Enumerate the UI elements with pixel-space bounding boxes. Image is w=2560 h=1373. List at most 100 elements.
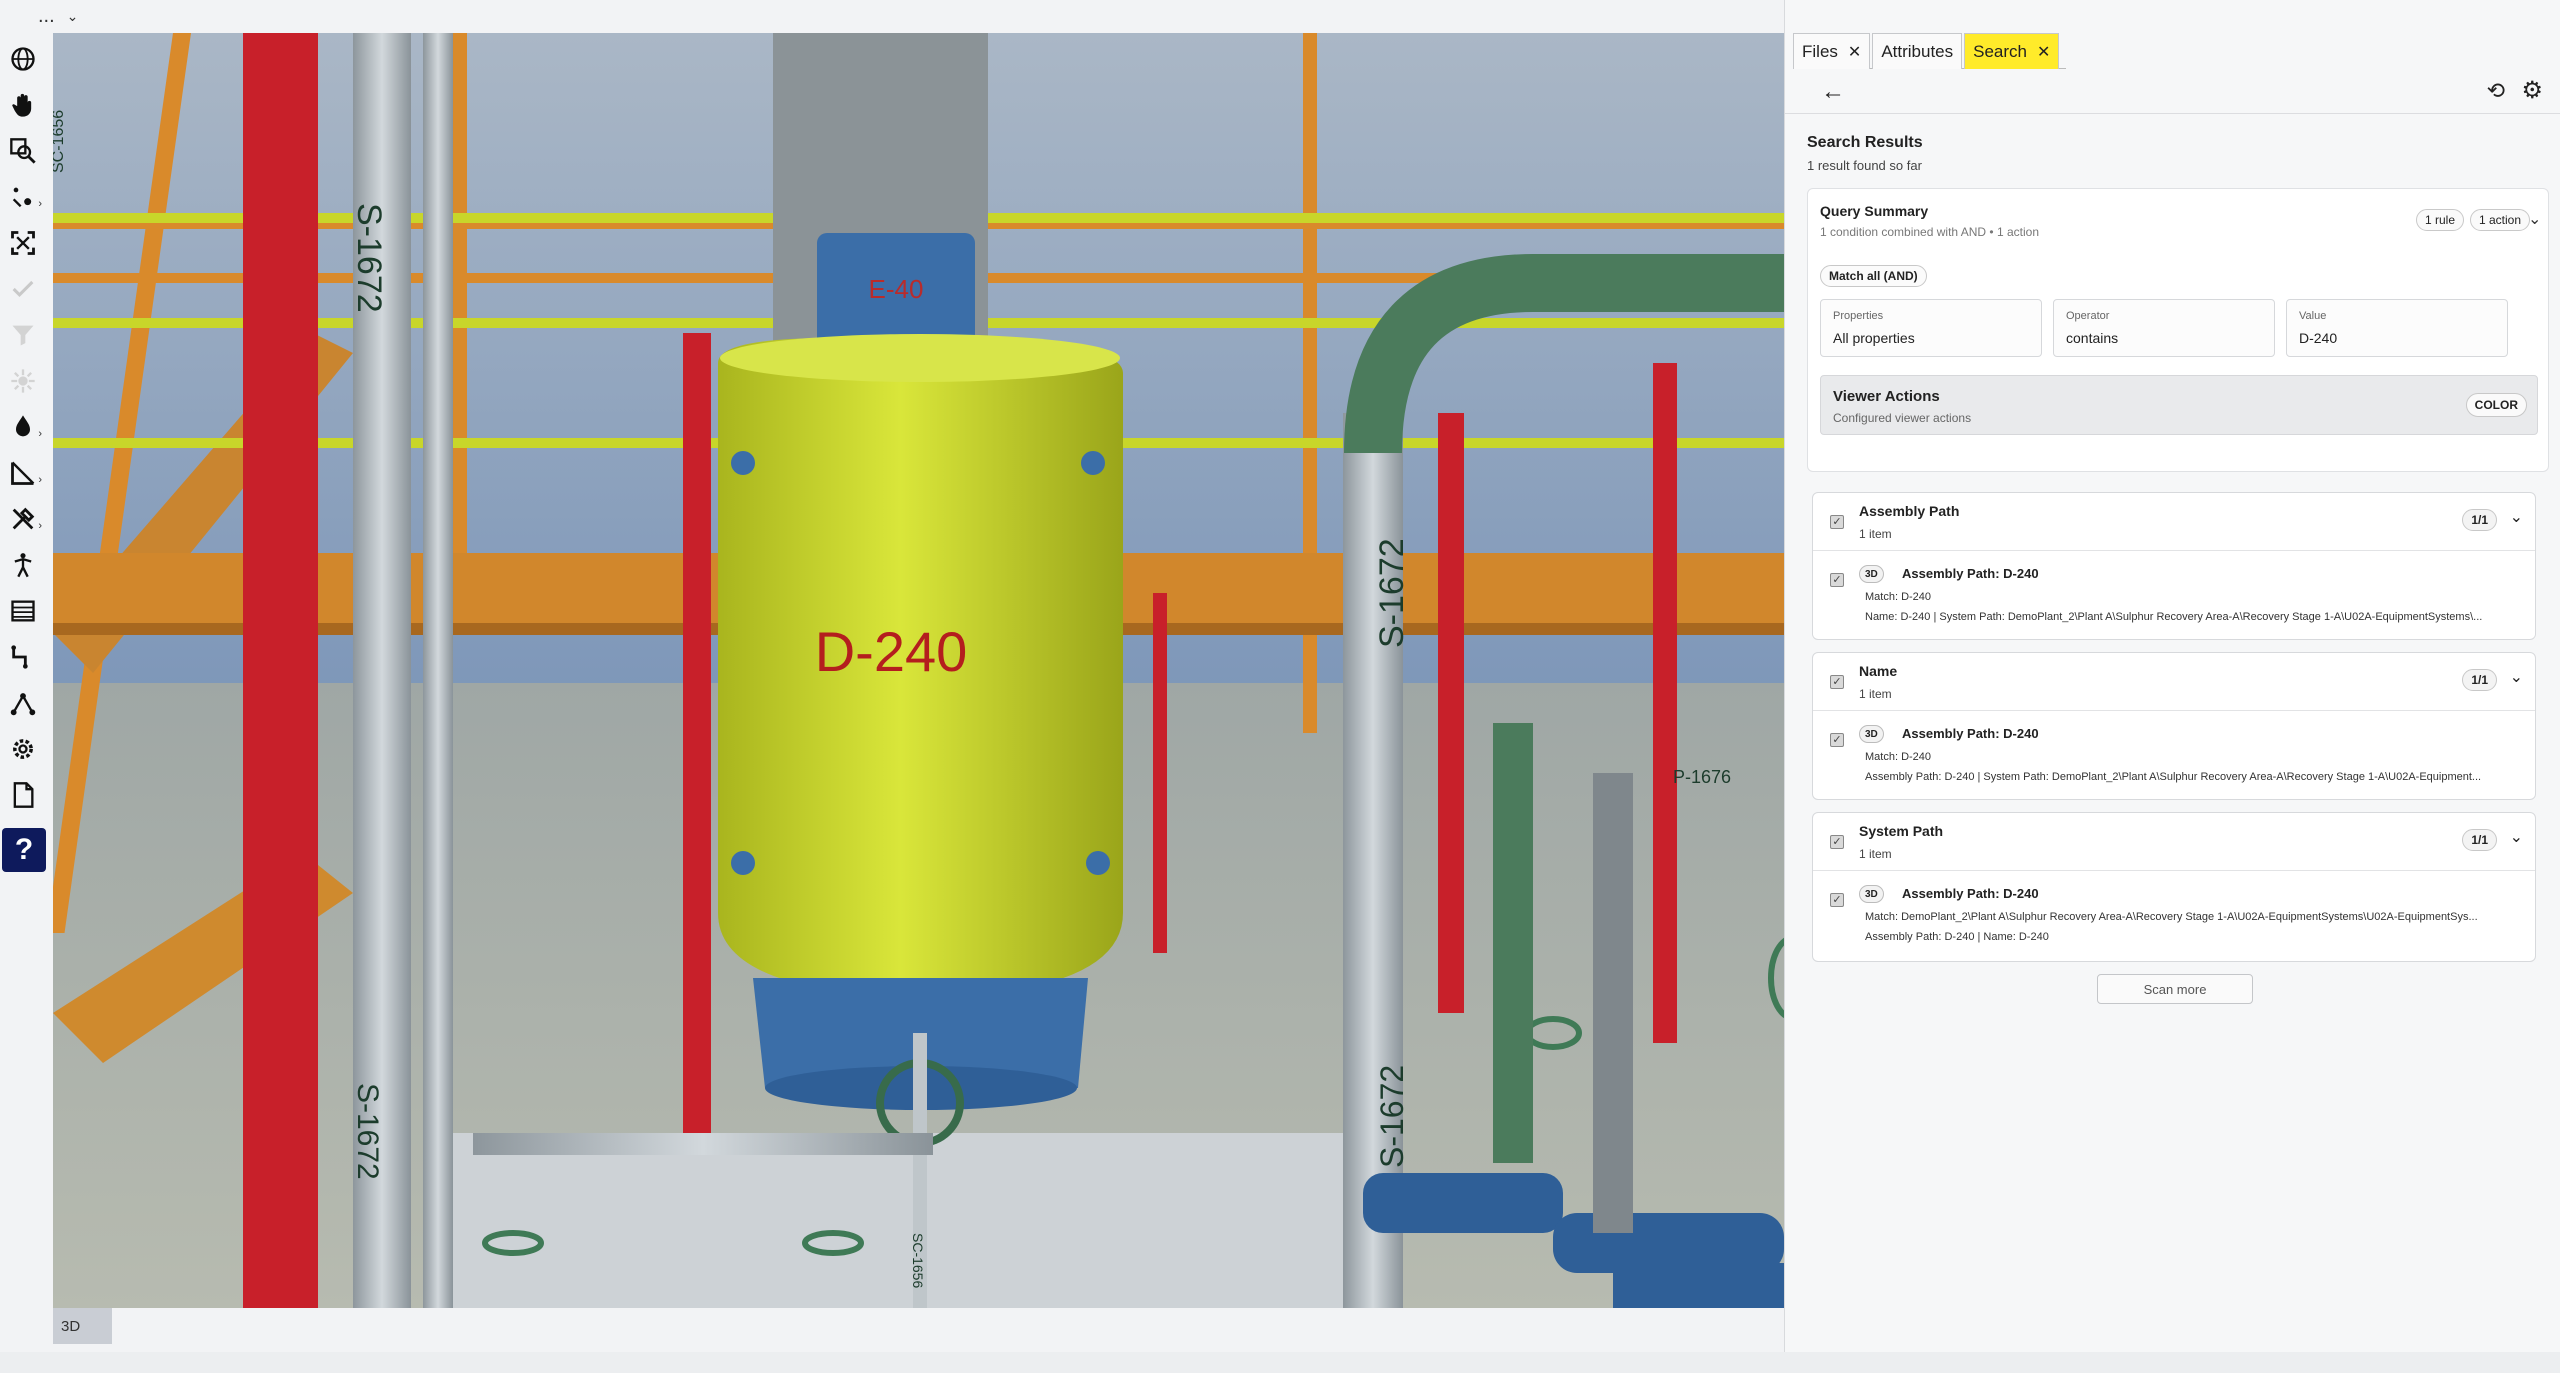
item-checkbox[interactable]: ✓	[1830, 573, 1844, 587]
value-field[interactable]: Value D-240	[2286, 299, 2508, 357]
item-detail-line: Name: D-240 | System Path: DemoPlant_2\P…	[1865, 611, 2483, 623]
operator-label: Operator	[2066, 310, 2110, 322]
search-results-count: 1 result found so far	[1807, 158, 1922, 173]
action-count-pill: 1 action	[2470, 209, 2531, 231]
group-badge: 1/1	[2462, 509, 2497, 531]
result-group-assembly-path: ✓ Assembly Path 1 item 1/1 ⌄ ✓ 3D Assemb…	[1812, 492, 2536, 640]
chevron-down-icon[interactable]: ⌄	[2510, 667, 2523, 687]
history-icon[interactable]: ⟲	[2487, 78, 2505, 104]
group-checkbox[interactable]: ✓	[1830, 675, 1844, 689]
walk-icon[interactable]	[0, 544, 46, 586]
route-icon[interactable]	[0, 636, 46, 678]
group-count: 1 item	[1859, 847, 1892, 861]
chevron-down-icon[interactable]: ⌄	[2510, 827, 2523, 847]
item-detail-line: Assembly Path: D-240 | Name: D-240	[1865, 931, 2049, 943]
plant-scene: E-40 D-240 S-1672 S-1672 S-1672 S-1672 S…	[53, 33, 1784, 1308]
tab-files[interactable]: Files ✕	[1793, 33, 1871, 69]
viewer-actions-sub: Configured viewer actions	[1833, 411, 1972, 425]
scan-more-button[interactable]: Scan more	[2097, 974, 2253, 1004]
graph-icon[interactable]	[0, 682, 46, 724]
app-root: { "topbar": { "menu_label": "...", "chev…	[0, 0, 2560, 1373]
item-3d-badge: 3D	[1859, 885, 1884, 903]
chevron-down-icon[interactable]: ⌄	[67, 8, 79, 25]
group-header[interactable]: ✓ Assembly Path 1 item 1/1 ⌄	[1813, 493, 2535, 551]
zoom-area-icon[interactable]	[0, 130, 46, 172]
help-button[interactable]: ?	[2, 828, 46, 872]
result-group-name: ✓ Name 1 item 1/1 ⌄ ✓ 3D Assembly Path: …	[1812, 652, 2536, 800]
value-value: D-240	[2299, 330, 2338, 346]
group-title: Assembly Path	[1859, 503, 1960, 519]
tag-s1672-b: S-1672	[1373, 538, 1411, 648]
item-3d-badge: 3D	[1859, 725, 1884, 743]
operator-field[interactable]: Operator contains	[2053, 299, 2275, 357]
tag-p1676: P-1676	[1673, 767, 1731, 787]
tab-attributes-label: Attributes	[1881, 41, 1954, 61]
chevron-down-icon[interactable]: ⌄	[2510, 507, 2523, 527]
color-action-badge[interactable]: COLOR	[2465, 393, 2527, 417]
chevron-down-icon[interactable]: ⌄	[2528, 209, 2541, 229]
close-icon[interactable]: ✕	[2037, 42, 2050, 62]
item-match-line: Match: D-240	[1865, 591, 1932, 603]
globe-icon[interactable]	[0, 38, 46, 80]
menu-label[interactable]: ...	[38, 5, 55, 28]
color-drop-icon[interactable]: ›	[0, 406, 46, 448]
tab-search-label: Search	[1973, 41, 2027, 61]
item-3d-badge: 3D	[1859, 565, 1884, 583]
tag-s1672-a: S-1672	[350, 203, 388, 313]
orbit-point-icon[interactable]: ›	[0, 176, 46, 218]
group-checkbox[interactable]: ✓	[1830, 835, 1844, 849]
top-menu[interactable]: ... ⌄	[0, 0, 1784, 32]
item-title[interactable]: Assembly Path: D-240	[1902, 886, 2039, 901]
tab-files-label: Files	[1802, 41, 1838, 61]
group-count: 1 item	[1859, 527, 1892, 541]
item-title[interactable]: Assembly Path: D-240	[1902, 726, 2039, 741]
properties-field[interactable]: Properties All properties	[1820, 299, 2042, 357]
check-icon	[0, 268, 46, 310]
left-toolbar: › › › › ?	[0, 38, 50, 1308]
tag-sc1656: SC-1656	[53, 110, 67, 173]
status-bar	[0, 1352, 2560, 1373]
group-count: 1 item	[1859, 687, 1892, 701]
document-icon[interactable]	[0, 774, 46, 816]
match-mode-pill[interactable]: Match all (AND)	[1820, 265, 1927, 287]
group-checkbox[interactable]: ✓	[1830, 515, 1844, 529]
group-header[interactable]: ✓ Name 1 item 1/1 ⌄	[1813, 653, 2535, 711]
value-label: Value	[2299, 310, 2327, 322]
tag-s1672-d: S-1672	[1374, 1065, 1410, 1168]
item-title[interactable]: Assembly Path: D-240	[1902, 566, 2039, 581]
tools-icon[interactable]: ›	[0, 498, 46, 540]
pan-hand-icon[interactable]	[0, 84, 46, 126]
measure-icon[interactable]: ›	[0, 452, 46, 494]
explode-icon	[0, 360, 46, 402]
group-badge: 1/1	[2462, 669, 2497, 691]
operator-value: contains	[2066, 330, 2119, 346]
group-badge: 1/1	[2462, 829, 2497, 851]
filter-icon	[0, 314, 46, 356]
close-icon[interactable]: ✕	[1848, 42, 1861, 62]
panel-tabs: Files ✕ Attributes Search ✕	[1793, 33, 2066, 69]
tag-s1672-c: S-1672	[351, 1083, 384, 1180]
search-results-title: Search Results	[1807, 134, 1923, 151]
query-summary-sub: 1 condition combined with AND • 1 action	[1820, 225, 2039, 239]
view-mode-badge[interactable]: 3D	[53, 1308, 112, 1344]
viewer-actions-card: Viewer Actions Configured viewer actions…	[1820, 375, 2538, 435]
3d-viewport[interactable]: E-40 D-240 S-1672 S-1672 S-1672 S-1672 S…	[53, 33, 1784, 1308]
group-title: Name	[1859, 663, 1898, 679]
item-detail-line: Assembly Path: D-240 | System Path: Demo…	[1865, 771, 2482, 783]
group-header[interactable]: ✓ System Path 1 item 1/1 ⌄	[1813, 813, 2535, 871]
item-checkbox[interactable]: ✓	[1830, 893, 1844, 907]
tag-e40: E-40	[869, 274, 924, 304]
result-group-system-path: ✓ System Path 1 item 1/1 ⌄ ✓ 3D Assembly…	[1812, 812, 2536, 962]
list-icon[interactable]	[0, 590, 46, 632]
tab-attributes[interactable]: Attributes	[1872, 33, 1963, 69]
rule-count-pill: 1 rule	[2416, 209, 2465, 231]
item-checkbox[interactable]: ✓	[1830, 733, 1844, 747]
gear-icon[interactable]: ⚙	[2521, 76, 2543, 105]
properties-value: All properties	[1833, 330, 1915, 346]
settings-icon[interactable]	[0, 728, 46, 770]
group-title: System Path	[1859, 823, 1944, 839]
tab-search[interactable]: Search ✕	[1964, 33, 2060, 69]
fit-view-icon[interactable]	[0, 222, 46, 264]
item-match-line: Match: DemoPlant_2\Plant A\Sulphur Recov…	[1865, 911, 2478, 923]
back-arrow-icon[interactable]: ←	[1821, 78, 1845, 106]
